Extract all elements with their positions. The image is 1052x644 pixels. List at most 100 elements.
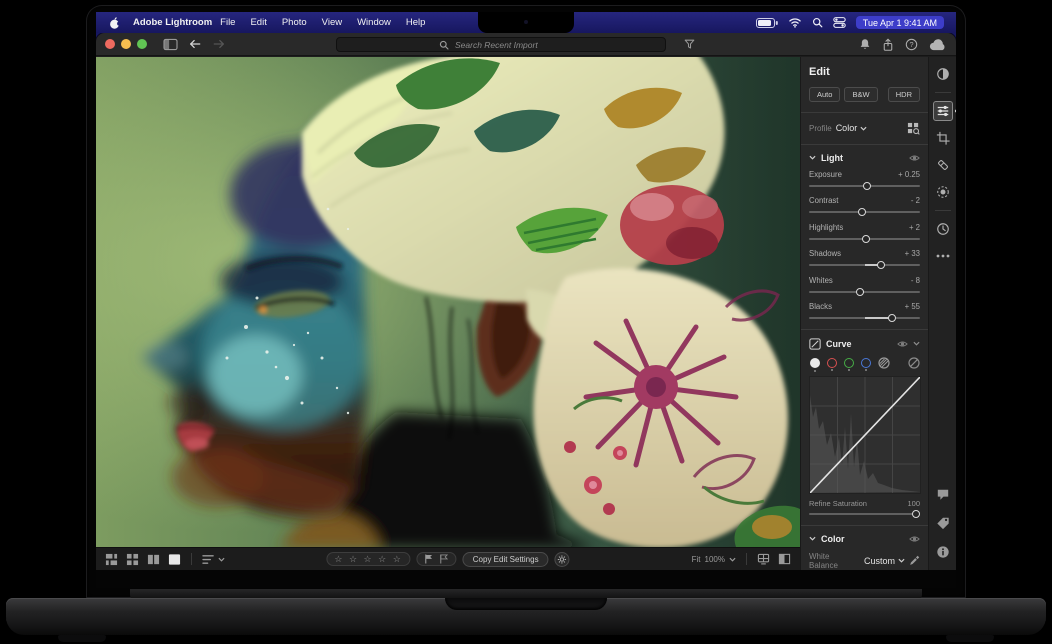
search-field[interactable] [336,37,666,52]
eye-icon[interactable] [909,535,920,543]
slider-track[interactable] [809,185,920,187]
comments-icon[interactable] [933,484,953,504]
view-detail-icon[interactable] [168,553,181,566]
channel-all-button[interactable] [810,358,820,368]
star-icon[interactable]: ☆ ☆ ☆ ☆ ☆ [334,555,402,564]
slider-knob[interactable] [912,510,920,518]
apple-menu[interactable] [108,16,121,30]
slider-knob[interactable] [862,235,870,243]
eye-icon[interactable] [909,154,920,162]
copy-edit-settings-button[interactable]: Copy Edit Settings [463,552,549,567]
refine-saturation-slider[interactable] [809,513,920,515]
slider-knob[interactable] [858,208,866,216]
back-arrow-icon[interactable] [188,38,202,50]
menu-edit[interactable]: Edit [250,17,266,28]
view-square-grid-icon[interactable] [126,553,139,566]
slider-exposure[interactable]: Exposure+ 0.25 [809,170,920,187]
info-icon[interactable] [933,542,953,562]
channel-green-button[interactable] [844,358,854,368]
slider-track[interactable] [809,264,920,266]
filter-icon[interactable] [684,39,695,50]
grid-overlay-icon[interactable] [757,553,770,565]
bw-button[interactable]: B&W [844,87,877,102]
photo-toolbar: ☆ ☆ ☆ ☆ ☆ [96,547,800,570]
zoom-control[interactable]: Fit 100% [692,555,736,564]
before-after-icon[interactable] [778,553,791,565]
menu-help[interactable]: Help [406,17,426,28]
slider-whites[interactable]: Whites- 8 [809,276,920,293]
pick-flag-icon[interactable] [425,554,434,564]
eyedropper-icon[interactable] [909,555,920,566]
notifications-bell-icon[interactable] [859,38,871,51]
light-section-header[interactable]: Light [809,153,920,163]
slider-knob[interactable] [888,314,896,322]
spotlight-search-icon[interactable] [812,17,823,28]
auto-button[interactable]: Auto [809,87,840,102]
share-icon[interactable] [882,38,894,52]
wifi-icon[interactable] [788,17,802,28]
menu-app-name[interactable]: Adobe Lightroom [133,17,212,28]
sidebar-toggle-icon[interactable] [163,38,178,51]
edit-panel-icon[interactable] [933,101,953,121]
more-tools-icon[interactable] [933,246,953,266]
presets-icon[interactable] [933,64,953,84]
healing-icon[interactable] [933,155,953,175]
menu-photo[interactable]: Photo [282,17,307,28]
window-titlebar: ? [96,33,956,56]
slider-blacks[interactable]: Blacks+ 55 [809,302,920,319]
reset-curve-icon[interactable] [908,357,920,369]
versions-history-icon[interactable] [933,219,953,239]
menu-window[interactable]: Window [357,17,391,28]
channel-red-button[interactable] [827,358,837,368]
slider-highlights[interactable]: Highlights+ 2 [809,223,920,240]
cloud-sync-icon[interactable] [929,39,946,51]
photo-canvas[interactable] [96,57,800,547]
masking-icon[interactable] [933,182,953,202]
color-section-header[interactable]: Color [809,534,920,544]
slider-track[interactable] [809,317,920,319]
keywords-tag-icon[interactable] [933,513,953,533]
slider-track[interactable] [809,291,920,293]
control-center-icon[interactable] [833,16,846,29]
star-rating[interactable]: ☆ ☆ ☆ ☆ ☆ [326,552,410,566]
view-compare-icon[interactable] [147,553,160,566]
profile-select[interactable]: Color [836,123,868,133]
crop-icon[interactable] [933,128,953,148]
eye-icon[interactable] [897,340,908,348]
active-panel-dot [955,110,957,113]
white-balance-select[interactable]: Custom [864,556,905,566]
search-input[interactable] [453,39,563,51]
slider-knob[interactable] [877,261,885,269]
minimize-button[interactable] [121,39,131,49]
sort-icon[interactable] [202,554,225,565]
panel-title: Edit [809,66,920,78]
close-button[interactable] [105,39,115,49]
chevron-down-icon[interactable] [913,341,920,346]
channel-parametric-button[interactable] [878,357,890,369]
browse-profiles-icon[interactable] [907,122,920,135]
lightroom-window: ? [96,33,956,570]
tone-curve-editor[interactable] [809,376,921,494]
slider-track[interactable] [809,211,920,213]
menu-clock[interactable]: Tue Apr 1 9:41 AM [856,16,944,29]
battery-icon[interactable] [756,18,778,28]
help-icon[interactable]: ? [905,38,918,51]
fullscreen-button[interactable] [137,39,147,49]
slider-knob[interactable] [856,288,864,296]
view-photo-grid-icon[interactable] [105,553,118,566]
reject-flag-icon[interactable] [440,554,449,564]
hdr-button[interactable]: HDR [888,87,920,102]
forward-arrow-icon[interactable] [212,38,226,50]
slider-contrast[interactable]: Contrast- 2 [809,196,920,213]
curve-section-header[interactable]: Curve [809,338,920,350]
channel-blue-button[interactable] [861,358,871,368]
slider-shadows[interactable]: Shadows+ 33 [809,249,920,266]
slider-knob[interactable] [863,182,871,190]
menu-view[interactable]: View [322,17,342,28]
slider-track[interactable] [809,238,920,240]
settings-gear-icon[interactable] [555,552,570,567]
display-notch [478,12,574,33]
chevron-down-icon [898,558,905,563]
menu-file[interactable]: File [220,17,235,28]
curve-channels [810,357,920,369]
